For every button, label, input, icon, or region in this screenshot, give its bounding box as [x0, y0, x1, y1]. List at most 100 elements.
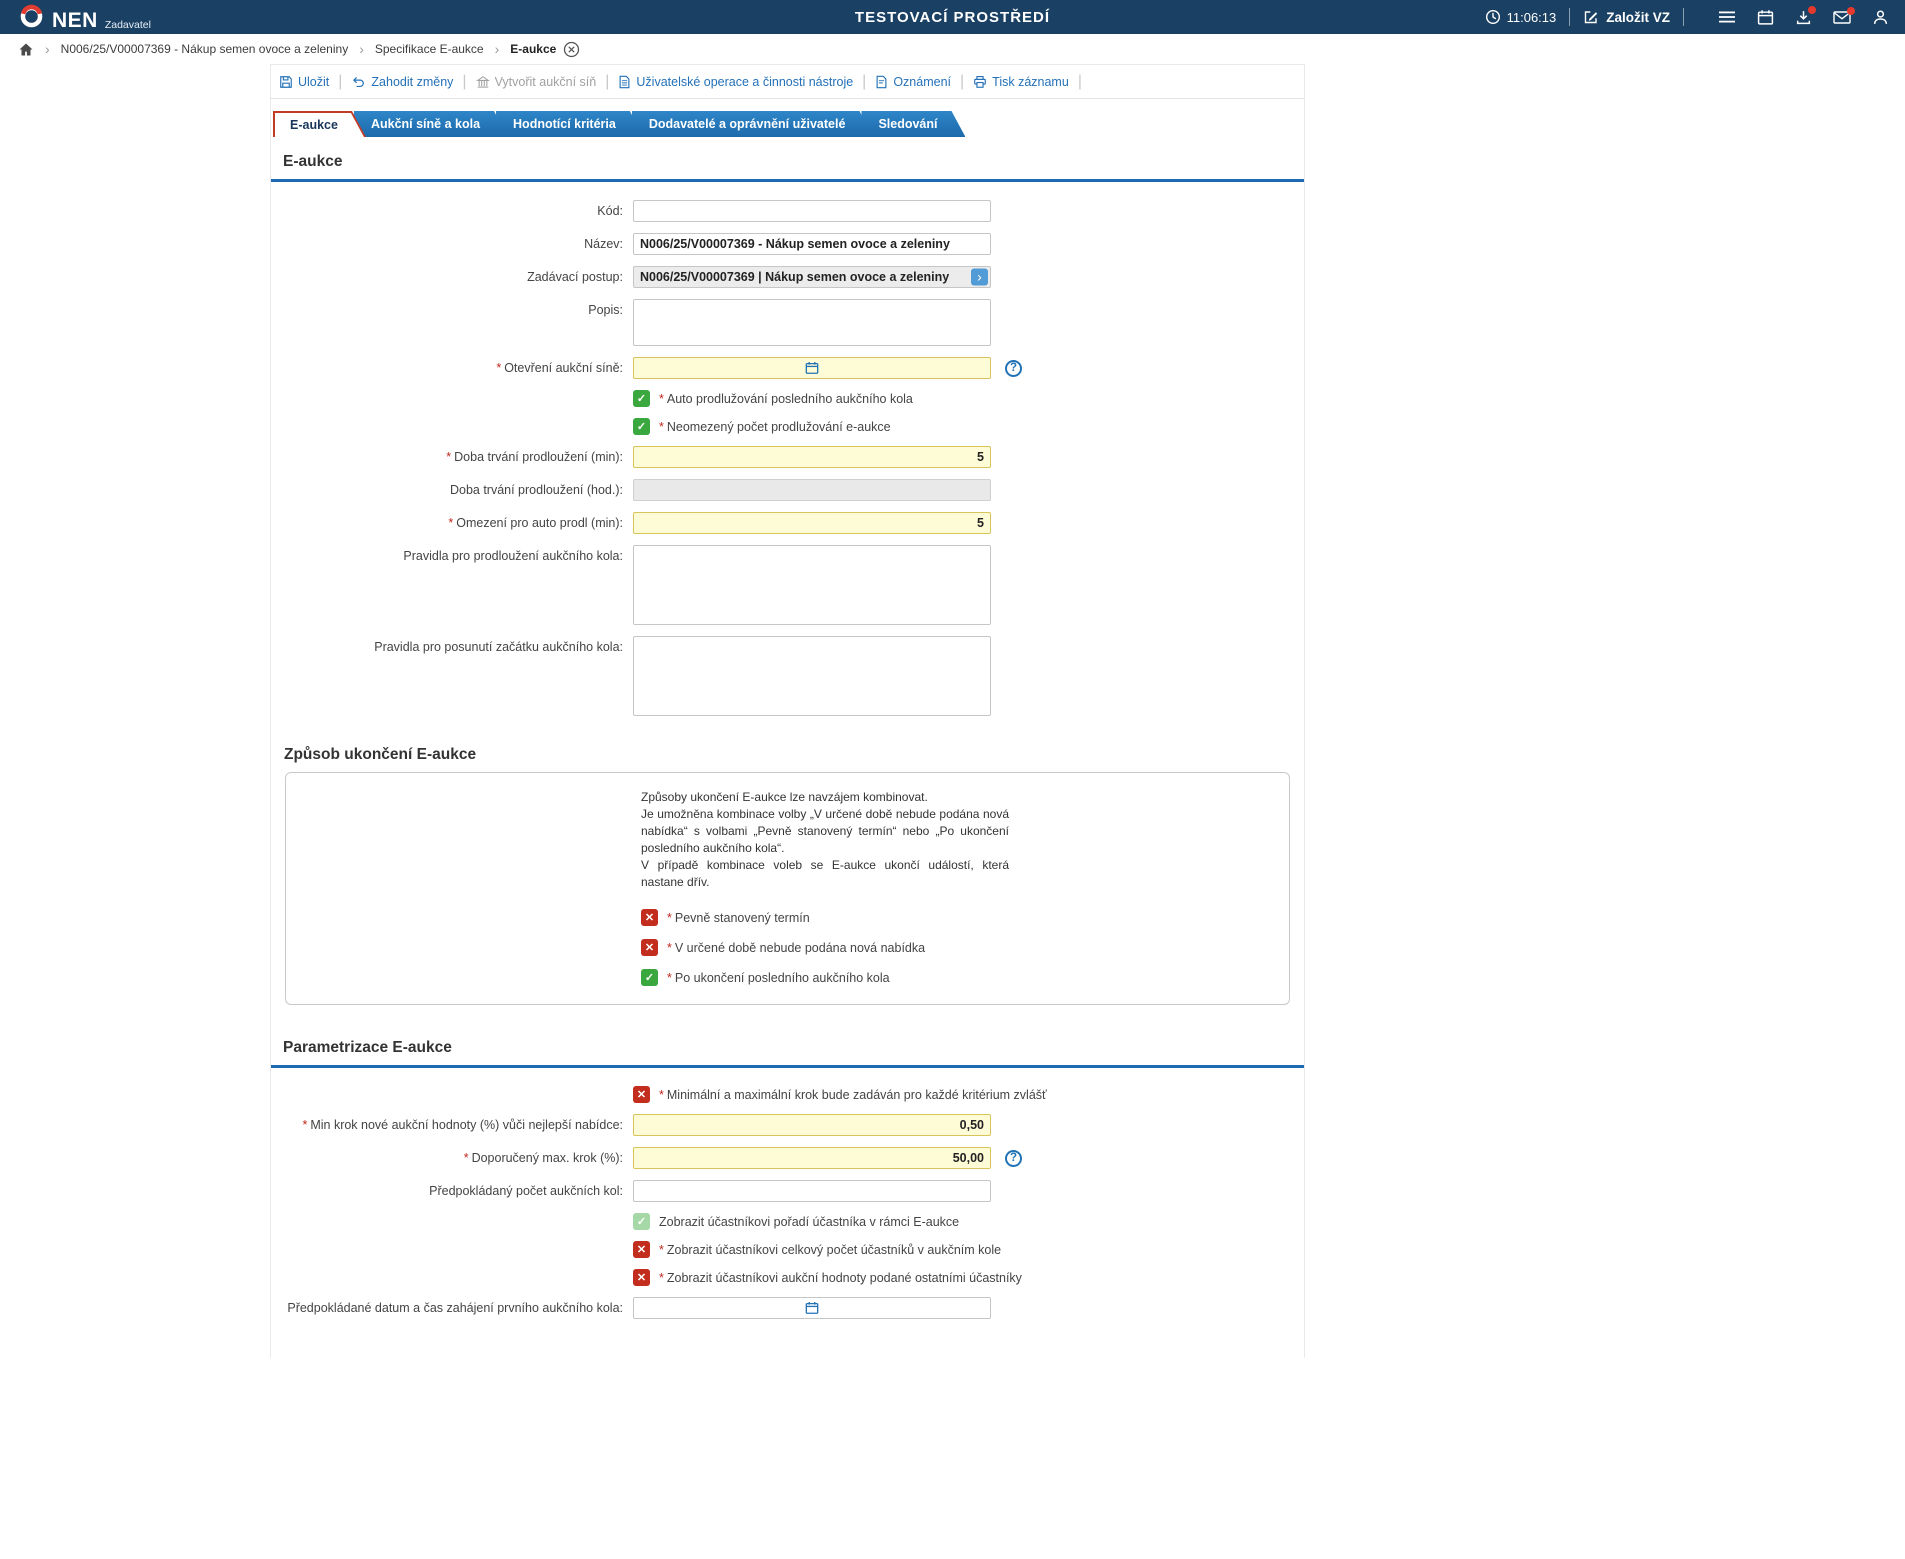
nazev-label: Název: [584, 237, 623, 251]
checkbox-label: * Minimální a maximální krok bude zadáván… [659, 1087, 1047, 1102]
field-doba-trvani-hod: Doba trvání prodloužení (hod.): [271, 479, 1304, 501]
save-label: Uložit [298, 74, 330, 89]
app-header: NEN Zadavatel TESTOVACÍ PROSTŘEDÍ 11:06:… [0, 0, 1905, 34]
help-icon[interactable] [1005, 359, 1022, 377]
checkbox-unchecked-icon[interactable] [633, 1086, 650, 1104]
tab-aukcni-sine-a-kola[interactable]: Aukční síně a kola [354, 111, 508, 137]
notice-icon [876, 75, 887, 88]
pocet-kol-input[interactable] [633, 1180, 991, 1203]
kod-input[interactable] [633, 200, 991, 222]
datum-zahajeni-label: Předpokládané datum a čas zahájení první… [287, 1301, 623, 1316]
tab-sledovani[interactable]: Sledování [861, 111, 965, 137]
field-zadavaci-postup: Zadávací postup: [271, 266, 1304, 288]
nen-logo-icon [20, 4, 43, 28]
min-krok-input[interactable] [633, 1114, 991, 1137]
auction-room-icon [475, 75, 490, 88]
omezeni-input[interactable] [633, 512, 991, 534]
section-rule [271, 1065, 1304, 1069]
clock-icon [1485, 9, 1500, 25]
breadcrumb-separator [45, 41, 50, 57]
checkbox-unchecked-icon[interactable] [641, 939, 658, 957]
pravidla-posunuti-label: Pravidla pro posunutí začátku aukčního k… [374, 640, 623, 654]
discard-label: Zahodit změny [371, 74, 454, 89]
calendar-picker-icon[interactable] [805, 361, 819, 375]
checkbox-unchecked-icon[interactable] [633, 1241, 650, 1259]
ending-info-text: Způsoby ukončení E-aukce lze navzájem ko… [641, 790, 1009, 890]
notifications-label: Oznámení [893, 74, 951, 89]
checkbox-label: * Zobrazit účastníkovi celkový počet účas… [659, 1242, 1002, 1257]
discard-changes-button[interactable]: Zahodit změny [351, 75, 453, 89]
popis-textarea[interactable] [633, 299, 991, 346]
nen-home-link[interactable]: NEN Zadavatel [18, 3, 151, 31]
doba-min-input[interactable] [633, 446, 991, 468]
field-doporuceny-max-krok: * Doporučený max. krok (%): [271, 1147, 1304, 1170]
create-vz-button[interactable]: Založit VZ [1583, 9, 1670, 25]
section-title-parametrizace: Parametrizace E-aukce [283, 1039, 452, 1057]
field-omezeni-auto-prodl: * Omezení pro auto prodl (min): [271, 512, 1304, 534]
print-record-button[interactable]: Tisk záznamu [973, 75, 1069, 89]
user-operations-button[interactable]: Uživatelské operace a činnosti nástroje [618, 75, 853, 89]
time-display: 11:06:13 [1506, 9, 1557, 25]
notifications-button[interactable]: Oznámení [875, 75, 951, 89]
help-icon[interactable] [1005, 1149, 1022, 1167]
pravidla-prodlouzeni-textarea[interactable] [633, 545, 991, 625]
user-icon[interactable] [1872, 9, 1889, 26]
omezeni-label: * Omezení pro auto prodl (min): [448, 516, 623, 530]
checkbox-checked-icon[interactable] [633, 418, 650, 435]
field-datum-zahajeni: Předpokládané datum a čas zahájení první… [271, 1297, 1304, 1320]
section-title-e-aukce: E-aukce [283, 153, 343, 170]
home-icon[interactable] [18, 42, 34, 57]
toolbar-separator [960, 73, 964, 91]
checkbox-row-neomezeny-pocet: *Neomezený počet prodlužování e-aukce [271, 418, 1304, 435]
messages-icon[interactable] [1833, 6, 1855, 25]
create-room-label: Vytvořit aukční síň [494, 74, 597, 89]
tab-dodavatele-a-uzivatele[interactable]: Dodavatelé a oprávnění uživatelé [632, 111, 874, 137]
tab-label: Sledování [878, 117, 938, 131]
save-button[interactable]: Uložit [279, 75, 329, 89]
menu-icon[interactable] [1718, 9, 1736, 25]
tab-label: E-aukce [290, 118, 338, 132]
downloads-icon[interactable] [1795, 5, 1816, 26]
checkbox-unchecked-icon[interactable] [641, 909, 658, 927]
notification-badge [1847, 6, 1855, 15]
checkbox-row-auto-prodluzovani: *Auto prodlužování posledního aukčního k… [271, 390, 1304, 407]
nazev-input[interactable] [633, 233, 991, 255]
page: NEN Zadavatel TESTOVACÍ PROSTŘEDÍ 11:06:… [0, 0, 1905, 1559]
pravidla-posunuti-textarea[interactable] [633, 636, 991, 716]
checkbox-label: Zobrazit účastníkovi pořadí účastníka v … [659, 1214, 960, 1229]
open-procedure-chevron-icon[interactable] [971, 268, 988, 286]
tab-e-aukce[interactable]: E-aukce [273, 111, 366, 137]
tab-label: Hodnotící kritéria [513, 117, 616, 131]
checkbox-checked-icon[interactable] [633, 390, 650, 407]
calendar-picker-icon[interactable] [805, 1301, 819, 1315]
checkbox-label: * Zobrazit účastníkovi aukční hodnoty pod… [659, 1270, 1022, 1285]
create-vz-label: Založit VZ [1606, 9, 1670, 25]
breadcrumb-item-current[interactable]: E-aukce [510, 42, 556, 56]
max-krok-label: * Doporučený max. krok (%): [463, 1151, 623, 1166]
toolbar-separator [462, 73, 466, 91]
calendar-icon[interactable] [1757, 9, 1774, 26]
tab-hodnotici-kriteria[interactable]: Hodnotící kritéria [496, 111, 644, 137]
checkbox-unchecked-icon[interactable] [633, 1269, 650, 1287]
min-krok-label: * Min krok nové aukční hodnoty (%) vůči n… [302, 1118, 623, 1133]
max-krok-input[interactable] [633, 1147, 991, 1170]
breadcrumb: N006/25/V00007369 - Nákup semen ovoce a … [0, 34, 1905, 64]
checkbox-row-celkovy-pocet-ucastniku: *Zobrazit účastníkovi celkový počet účas… [271, 1241, 1304, 1259]
doba-hod-label: Doba trvání prodloužení (hod.): [449, 483, 623, 497]
close-record-icon[interactable] [563, 41, 580, 58]
toolbar-separator [605, 73, 609, 91]
checkbox-label: * Auto prodlužování posledního aukčního k… [659, 391, 913, 406]
breadcrumb-item-procedure[interactable]: N006/25/V00007369 - Nákup semen ovoce a … [61, 42, 349, 56]
zadavaci-postup-input[interactable] [633, 266, 991, 288]
breadcrumb-item-specification[interactable]: Specifikace E-aukce [375, 42, 484, 56]
field-min-krok: * Min krok nové aukční hodnoty (%) vůči n… [271, 1114, 1304, 1137]
field-doba-trvani-min: * Doba trvání prodloužení (min): [271, 446, 1304, 468]
pravidla-prodlouzeni-label: Pravidla pro prodloužení aukčního kola: [403, 549, 623, 563]
checkbox-checked-icon[interactable] [641, 969, 658, 987]
brand-name: NEN [52, 9, 98, 32]
print-label: Tisk záznamu [992, 74, 1069, 89]
brand-subtitle: Zadavatel [104, 18, 151, 31]
edit-icon [1585, 11, 1598, 24]
checkbox-label: * Pevně stanovený termín [667, 910, 810, 925]
zadavaci-postup-label: Zadávací postup: [527, 270, 623, 284]
